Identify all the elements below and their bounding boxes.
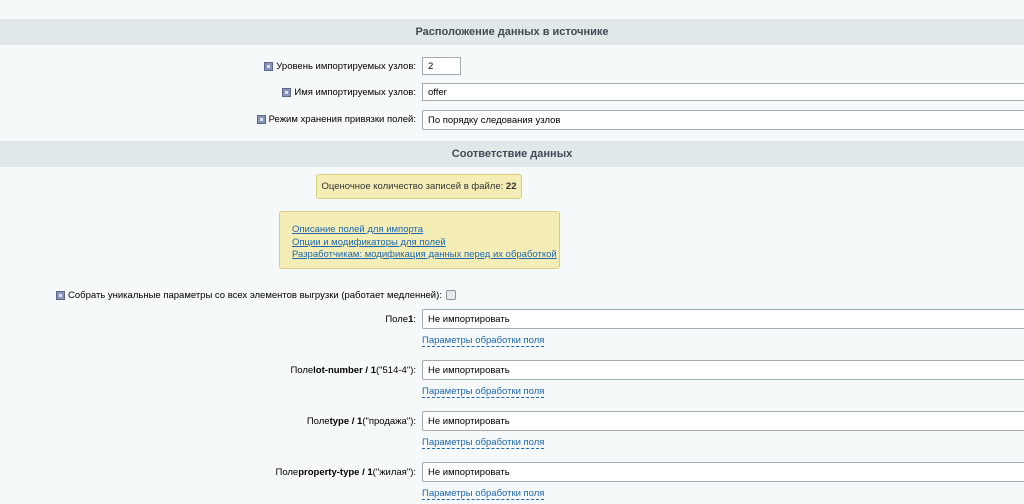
field-label-row: Поле 1: <box>385 309 416 329</box>
field-params-link[interactable]: Параметры обработки поля <box>422 437 545 449</box>
field-params-link[interactable]: Параметры обработки поля <box>422 386 545 398</box>
collect-unique-checkbox[interactable] <box>445 290 456 300</box>
field-label-suffix: : <box>413 313 416 325</box>
field-label-name: lot-number / 1 <box>313 364 376 376</box>
collect-unique-label: Собрать уникальные параметры со всех эле… <box>68 289 442 301</box>
record-count-notice: Оценочное количество записей в файле: 22 <box>316 174 522 199</box>
field-params-link[interactable]: Параметры обработки поля <box>422 335 545 347</box>
name-label-row: Имя импортируемых узлов: <box>282 82 416 102</box>
field-label-prefix: Поле <box>275 466 299 478</box>
field-select[interactable]: Не импортировать <box>422 360 1024 380</box>
field-select[interactable]: Не импортировать <box>422 411 1024 431</box>
record-count-label: Оценочное количество записей в файле: <box>321 181 504 192</box>
link-developers[interactable]: Разработчикам: модификация данных перед … <box>292 249 559 262</box>
field-label-row: Поле type / 1 ("продажа"): <box>307 411 416 431</box>
section-title-location: Расположение данных в источнике <box>415 26 609 38</box>
level-input[interactable]: 2 <box>422 57 461 75</box>
hint-icon[interactable] <box>256 114 266 124</box>
field-label-prefix: Поле <box>385 313 409 325</box>
field-select[interactable]: Не импортировать <box>422 309 1024 329</box>
field-label-suffix: ("514-4"): <box>375 364 416 376</box>
mode-select[interactable]: По порядку следования узлов <box>422 110 1024 130</box>
section-header-location: Расположение данных в источнике <box>0 19 1024 45</box>
level-label-row: Уровень импортируемых узлов: <box>264 56 416 76</box>
field-label-row: Поле property-type / 1 ("жилая"): <box>275 462 416 482</box>
link-options-modifiers[interactable]: Опции и модификаторы для полей <box>292 237 559 250</box>
field-label-name: type / 1 <box>329 415 363 427</box>
section-header-mapping: Соответствие данных <box>0 141 1024 167</box>
mode-label-row: Режим хранения привязки полей: <box>256 109 416 129</box>
field-label-prefix: Поле <box>306 415 330 427</box>
link-field-description[interactable]: Описание полей для импорта <box>292 224 559 237</box>
hint-icon[interactable] <box>282 87 292 97</box>
name-input[interactable]: offer <box>422 83 1024 101</box>
hint-icon[interactable] <box>56 290 65 300</box>
section-title-mapping: Соответствие данных <box>451 148 573 160</box>
name-label: Имя импортируемых узлов: <box>294 86 416 98</box>
field-params-link[interactable]: Параметры обработки поля <box>422 488 545 500</box>
field-label-suffix: ("продажа"): <box>362 415 416 427</box>
field-label-suffix: ("жилая"): <box>372 466 416 478</box>
mode-label: Режим хранения привязки полей: <box>268 113 416 125</box>
field-label-row: Поле lot-number / 1 ("514-4"): <box>290 360 416 380</box>
field-select[interactable]: Не импортировать <box>422 462 1024 482</box>
field-label-name: property-type / 1 <box>298 466 373 478</box>
level-label: Уровень импортируемых узлов: <box>276 60 416 72</box>
field-label-prefix: Поле <box>290 364 314 376</box>
help-links-box: Описание полей для импорта Опции и модиф… <box>279 211 560 269</box>
collect-unique-row: Собрать уникальные параметры со всех эле… <box>56 288 456 302</box>
record-count-value: 22 <box>505 181 517 192</box>
hint-icon[interactable] <box>264 61 274 71</box>
